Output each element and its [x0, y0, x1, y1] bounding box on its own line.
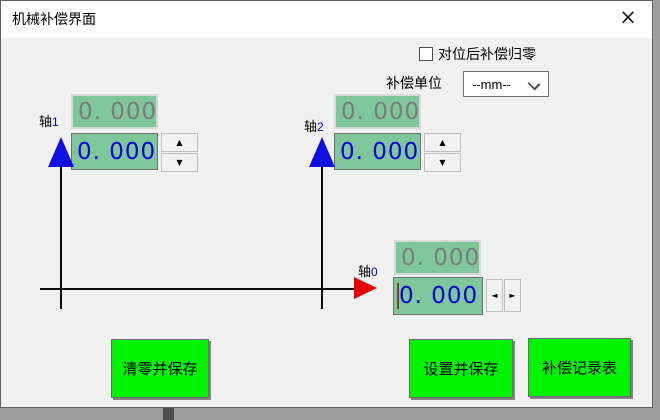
axis1-spinner: ▲ ▼ [161, 133, 198, 172]
background-window-fragment [163, 408, 174, 420]
axis1-up-arrow-icon [48, 137, 74, 167]
axis0-readout: 0. 000 [394, 240, 481, 275]
axis2-label: 轴2 [304, 116, 324, 135]
triangle-right-icon: ► [509, 291, 515, 300]
axis0-label: 轴0 [358, 261, 378, 280]
axis1-readout: 0. 000 [71, 94, 158, 129]
axis0-right-arrow-icon [354, 277, 377, 299]
axis2-up-arrow-icon [309, 137, 335, 167]
unit-label: 补偿单位 [386, 73, 442, 93]
axis0-spinner: ◄ ► [486, 279, 521, 312]
screen: { "window": { "title": "机械补偿界面" }, "icon… [0, 0, 660, 420]
triangle-up-icon: ▲ [176, 138, 182, 147]
close-button[interactable]: × [609, 3, 647, 31]
compensation-record-table-button[interactable]: 补偿记录表 [528, 338, 631, 397]
axis2-spin-up-button[interactable]: ▲ [424, 133, 461, 152]
axis1-label: 轴1 [39, 111, 59, 130]
axis0-axis-line [40, 288, 354, 290]
mechanical-compensation-dialog: 机械补偿界面 × 对位后补偿归零 补偿单位 --mm-- 轴1 0. 000 0… [0, 0, 653, 408]
axis2-readout: 0. 000 [334, 94, 421, 129]
axis1-spin-up-button[interactable]: ▲ [161, 133, 198, 152]
unit-selected-value: --mm-- [472, 77, 511, 92]
zero-after-align-row: 对位后补偿归零 [419, 44, 536, 64]
axis2-input[interactable]: 0. 000 [334, 133, 421, 170]
triangle-down-icon: ▼ [176, 158, 182, 167]
zero-after-align-checkbox[interactable] [419, 47, 433, 61]
axis0-spin-left-button[interactable]: ◄ [486, 279, 503, 312]
clear-and-save-button[interactable]: 清零并保存 [111, 339, 209, 398]
text-caret [397, 283, 399, 309]
axis2-spin-down-button[interactable]: ▼ [424, 153, 461, 172]
axis0-spin-right-button[interactable]: ► [504, 279, 521, 312]
window-title: 机械补偿界面 [12, 9, 96, 29]
axis0-input[interactable]: 0. 000 [393, 277, 483, 315]
unit-select[interactable]: --mm-- [463, 71, 549, 97]
set-and-save-button[interactable]: 设置并保存 [409, 339, 513, 398]
chevron-down-icon [528, 78, 541, 91]
triangle-down-icon: ▼ [439, 158, 445, 167]
axis1-input[interactable]: 0. 000 [71, 133, 158, 170]
axis2-spinner: ▲ ▼ [424, 133, 461, 172]
title-bar[interactable]: 机械补偿界面 × [1, 1, 652, 38]
axis1-spin-down-button[interactable]: ▼ [161, 153, 198, 172]
triangle-left-icon: ◄ [491, 291, 497, 300]
close-icon: × [619, 5, 637, 29]
triangle-up-icon: ▲ [439, 138, 445, 147]
zero-after-align-label: 对位后补偿归零 [438, 44, 536, 64]
